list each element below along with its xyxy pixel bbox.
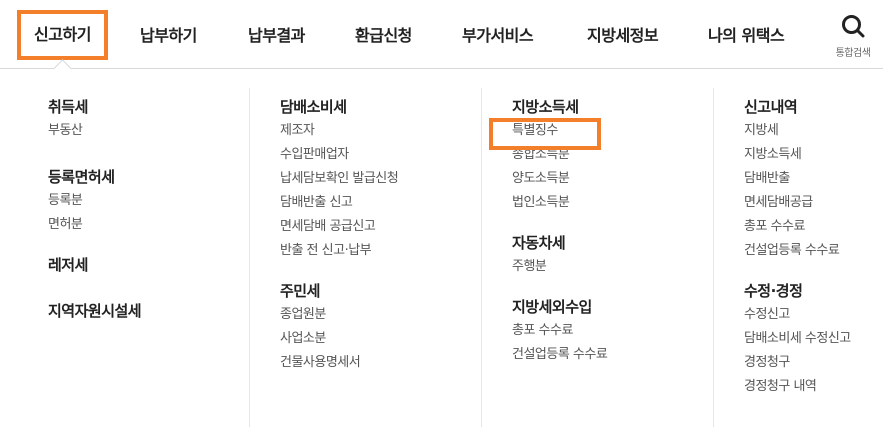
search-icon [842, 15, 865, 38]
menu-link-firearm-fee-history[interactable]: 총포 수수료 [744, 215, 883, 239]
category-local-income-tax[interactable]: 지방소득세 [512, 95, 744, 119]
category-resident-tax[interactable]: 주민세 [280, 279, 512, 303]
menu-column-3: 지방소득세 특별징수 종합소득분 양도소득분 법인소득분 자동차세 주행분 지방… [512, 95, 744, 427]
menu-link-local-tax[interactable]: 지방세 [744, 119, 883, 143]
nav-item-payment[interactable]: 납부하기 [140, 22, 197, 46]
menu-link-duty-free-supply[interactable]: 면세담배 공급신고 [280, 215, 512, 239]
menu-link-local-income-tax[interactable]: 지방소득세 [744, 143, 883, 167]
menu-link-construction-fee[interactable]: 건설업등록 수수료 [512, 343, 744, 367]
nav-item-refund[interactable]: 환급신청 [355, 22, 412, 46]
menu-link-correction-request[interactable]: 경정청구 [744, 351, 883, 375]
menu-column-4: 신고내역 지방세 지방소득세 담배반출 면세담배공급 총포 수수료 건설업등록 … [744, 95, 883, 427]
category-amend-correct[interactable]: 수정·경정 [744, 279, 883, 303]
menu-link-tobacco-amended-return[interactable]: 담배소비세 수정신고 [744, 327, 883, 351]
top-navigation: 신고하기 납부하기 납부결과 환급신청 부가서비스 지방세정보 나의 위택스 통… [0, 0, 883, 69]
menu-link-amended-return[interactable]: 수정신고 [744, 303, 883, 327]
menu-link-building-usage[interactable]: 건물사용명세서 [280, 351, 512, 375]
menu-link-firearm-fee[interactable]: 총포 수수료 [512, 319, 744, 343]
menu-link-construction-fee-history[interactable]: 건설업등록 수수료 [744, 239, 883, 263]
menu-link-collateral-certificate[interactable]: 납세담보확인 발급신청 [280, 167, 512, 191]
category-tobacco-tax[interactable]: 담배소비세 [280, 95, 512, 119]
nav-item-report[interactable]: 신고하기 [17, 10, 108, 60]
menu-link-pre-release-report[interactable]: 반출 전 신고·납부 [280, 239, 512, 263]
nav-item-payment-result[interactable]: 납부결과 [248, 22, 305, 46]
menu-link-license[interactable]: 면허분 [48, 213, 280, 237]
menu-link-tobacco-release[interactable]: 담배반출 신고 [280, 191, 512, 215]
menu-link-real-estate[interactable]: 부동산 [48, 119, 280, 143]
category-non-tax-revenue[interactable]: 지방세외수입 [512, 295, 744, 319]
nav-item-additional-services[interactable]: 부가서비스 [462, 22, 534, 46]
nav-item-my-wetax[interactable]: 나의 위택스 [708, 22, 785, 46]
search-label: 통합검색 [835, 48, 871, 59]
category-leisure-tax[interactable]: 레저세 [48, 253, 280, 277]
menu-link-business-office[interactable]: 사업소분 [280, 327, 512, 351]
nav-item-local-tax-info[interactable]: 지방세정보 [587, 22, 659, 46]
menu-link-special-withholding[interactable]: 특별징수 [512, 119, 744, 143]
menu-column-2: 담배소비세 제조자 수입판매업자 납세담보확인 발급신청 담배반출 신고 면세담… [280, 95, 512, 427]
menu-link-employee[interactable]: 종업원분 [280, 303, 512, 327]
category-regional-resource-tax[interactable]: 지역자원시설세 [48, 299, 280, 323]
menu-link-duty-free-history[interactable]: 면세담배공급 [744, 191, 883, 215]
menu-link-correction-history[interactable]: 경정청구 내역 [744, 375, 883, 399]
category-acquisition-tax[interactable]: 취득세 [48, 95, 280, 119]
menu-link-tobacco-release-history[interactable]: 담배반출 [744, 167, 883, 191]
menu-link-registration[interactable]: 등록분 [48, 189, 280, 213]
category-report-history[interactable]: 신고내역 [744, 95, 883, 119]
menu-link-driving[interactable]: 주행분 [512, 255, 744, 279]
category-vehicle-tax[interactable]: 자동차세 [512, 231, 744, 255]
menu-link-transfer-income[interactable]: 양도소득분 [512, 167, 744, 191]
menu-link-corporate-income[interactable]: 법인소득분 [512, 191, 744, 215]
integrated-search-button[interactable]: 통합검색 [828, 12, 878, 60]
menu-link-manufacturer[interactable]: 제조자 [280, 119, 512, 143]
category-registration-license-tax[interactable]: 등록면허세 [48, 165, 280, 189]
menu-link-comprehensive-income[interactable]: 종합소득분 [512, 143, 744, 167]
menu-column-1: 취득세 부동산 등록면허세 등록분 면허분 레저세 지역자원시설세 [48, 95, 280, 427]
menu-link-importer[interactable]: 수입판매업자 [280, 143, 512, 167]
